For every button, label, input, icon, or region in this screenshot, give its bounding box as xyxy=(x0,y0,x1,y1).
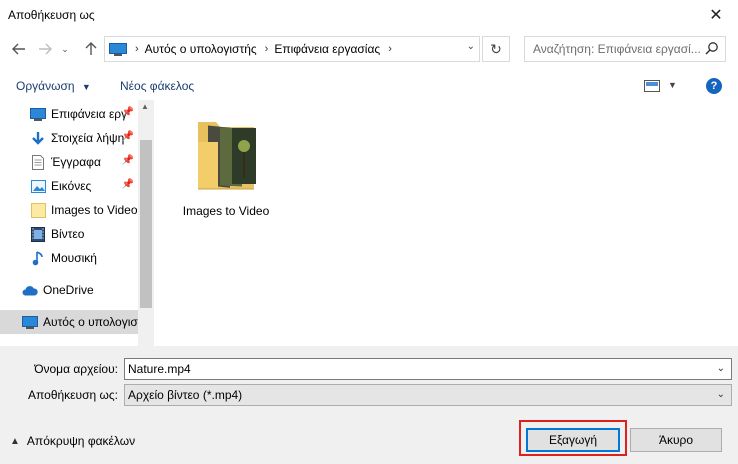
computer-icon xyxy=(109,42,127,56)
cancel-button[interactable]: Άκυρο xyxy=(630,428,722,452)
organize-label: Οργάνωση xyxy=(16,79,75,93)
new-folder-button[interactable]: Νέος φάκελος xyxy=(120,79,194,93)
search-icon xyxy=(705,42,718,55)
cloud-icon xyxy=(22,282,38,298)
pictures-icon xyxy=(30,178,46,194)
sidebar-item-onedrive[interactable]: OneDrive xyxy=(0,278,138,302)
breadcrumb-chevron-icon[interactable]: › xyxy=(265,43,269,55)
breadcrumb-chevron-icon[interactable]: › xyxy=(135,43,139,55)
navigation-bar: ⌄ › Αυτός ο υπολογιστής › Επιφάνεια εργα… xyxy=(0,30,738,68)
chevron-up-icon: ▲ xyxy=(10,435,20,447)
breadcrumb-chevron-icon[interactable]: › xyxy=(388,43,392,55)
search-input[interactable]: Αναζήτηση: Επιφάνεια εργασί... xyxy=(524,36,726,62)
sidebar-item-label: Στοιχεία λήψη xyxy=(51,131,125,145)
desktop-icon xyxy=(30,106,46,122)
change-view-button[interactable] xyxy=(644,80,660,95)
help-button[interactable]: ? xyxy=(706,78,722,94)
filetype-value: Αρχείο βίντεο (*.mp4) xyxy=(128,388,243,402)
sidebar-item-videos[interactable]: Βίντεο xyxy=(0,222,138,246)
close-button[interactable]: ✕ xyxy=(694,0,738,30)
computer-icon xyxy=(22,314,38,330)
refresh-icon: ↻ xyxy=(490,40,502,57)
window-title: Αποθήκευση ως xyxy=(8,8,95,22)
save-button[interactable]: Εξαγωγή xyxy=(526,428,620,452)
file-name-label: Images to Video xyxy=(182,204,270,218)
list-item[interactable]: Images to Video xyxy=(180,116,272,226)
sidebar-item-label: Αυτός ο υπολογισ xyxy=(43,315,138,329)
caret-down-icon: ▼ xyxy=(668,80,677,90)
sidebar-item-this-pc[interactable]: Αυτός ο υπολογισ xyxy=(0,310,138,334)
folder-with-images-icon xyxy=(198,122,256,190)
caret-down-icon: ▼ xyxy=(81,82,91,92)
forward-button[interactable] xyxy=(34,38,56,60)
filetype-select[interactable]: Αρχείο βίντεο (*.mp4) ⌄ xyxy=(124,384,732,406)
file-list[interactable]: Images to Video xyxy=(154,100,738,346)
refresh-button[interactable]: ↻ xyxy=(482,36,510,62)
sidebar-item-pictures[interactable]: Εικόνες 📌 xyxy=(0,174,138,198)
sidebar-item-label: Εικόνες xyxy=(51,179,92,193)
title-bar: Αποθήκευση ως ✕ xyxy=(0,0,738,30)
back-button[interactable] xyxy=(8,38,30,60)
address-dropdown-button[interactable]: ⌄ xyxy=(467,41,475,52)
sidebar-item-downloads[interactable]: Στοιχεία λήψη 📌 xyxy=(0,126,138,150)
recent-locations-button[interactable]: ⌄ xyxy=(58,38,72,60)
scrollbar-thumb[interactable] xyxy=(140,140,152,308)
music-icon xyxy=(30,250,46,266)
sidebar-item-images-to-video[interactable]: Images to Video xyxy=(0,198,138,222)
organize-button[interactable]: Οργάνωση ▼ xyxy=(16,79,91,93)
document-icon xyxy=(30,154,46,170)
sidebar-item-label: Βίντεο xyxy=(51,227,85,241)
filetype-label: Αποθήκευση ως: xyxy=(28,388,118,402)
folder-icon xyxy=(30,202,46,218)
arrow-right-icon xyxy=(39,43,52,55)
breadcrumb-this-pc[interactable]: Αυτός ο υπολογιστής xyxy=(145,42,257,56)
chevron-down-icon: ⌄ xyxy=(716,389,725,400)
sidebar-item-label: OneDrive xyxy=(43,283,94,297)
chevron-down-icon[interactable]: ⌄ xyxy=(717,363,725,374)
chevron-down-icon: ⌄ xyxy=(61,43,69,54)
download-icon xyxy=(30,130,46,146)
sidebar-item-label: Μουσική xyxy=(51,251,97,265)
up-button[interactable] xyxy=(80,38,102,60)
sidebar-item-documents[interactable]: Έγγραφα 📌 xyxy=(0,150,138,174)
breadcrumb-desktop[interactable]: Επιφάνεια εργασίας xyxy=(274,42,380,56)
chevron-down-icon: ⌄ xyxy=(466,41,475,52)
arrow-up-icon xyxy=(85,42,97,55)
sidebar-item-desktop[interactable]: Επιφάνεια εργ 📌 xyxy=(0,102,138,126)
sidebar-item-label: Έγγραφα xyxy=(51,155,101,169)
pin-icon[interactable]: 📌 xyxy=(122,179,134,190)
pin-icon[interactable]: 📌 xyxy=(122,155,134,166)
filename-value: Nature.mp4 xyxy=(128,362,191,376)
hide-folders-button[interactable]: ▲ Απόκρυψη φακέλων xyxy=(10,434,135,448)
navigation-pane: Επιφάνεια εργ 📌 Στοιχεία λήψη 📌 Έγγραφα … xyxy=(0,100,154,346)
help-icon: ? xyxy=(710,80,718,92)
close-icon: ✕ xyxy=(709,7,723,24)
search-placeholder: Αναζήτηση: Επιφάνεια εργασί... xyxy=(533,42,701,56)
scroll-up-icon[interactable]: ▲ xyxy=(141,102,149,111)
filename-label: Όνομα αρχείου: xyxy=(34,362,118,376)
view-icon xyxy=(644,80,660,92)
arrow-left-icon xyxy=(12,43,25,55)
view-options-button[interactable]: ▼ xyxy=(668,80,677,90)
save-form: Όνομα αρχείου: Nature.mp4 ⌄ Αποθήκευση ω… xyxy=(0,346,738,464)
sidebar-item-music[interactable]: Μουσική xyxy=(0,246,138,270)
video-icon xyxy=(30,226,46,242)
sidebar-item-label: Images to Video xyxy=(51,203,138,217)
command-bar: Οργάνωση ▼ Νέος φάκελος ▼ ? xyxy=(0,72,738,100)
pin-icon[interactable]: 📌 xyxy=(122,131,134,142)
filename-input[interactable]: Nature.mp4 ⌄ xyxy=(124,358,732,380)
sidebar-item-label: Επιφάνεια εργ xyxy=(51,107,128,121)
pin-icon[interactable]: 📌 xyxy=(122,107,134,118)
navigation-scrollbar[interactable]: ▲ xyxy=(138,100,154,346)
address-bar[interactable]: › Αυτός ο υπολογιστής › Επιφάνεια εργασί… xyxy=(104,36,480,62)
hide-folders-label: Απόκρυψη φακέλων xyxy=(26,434,136,448)
